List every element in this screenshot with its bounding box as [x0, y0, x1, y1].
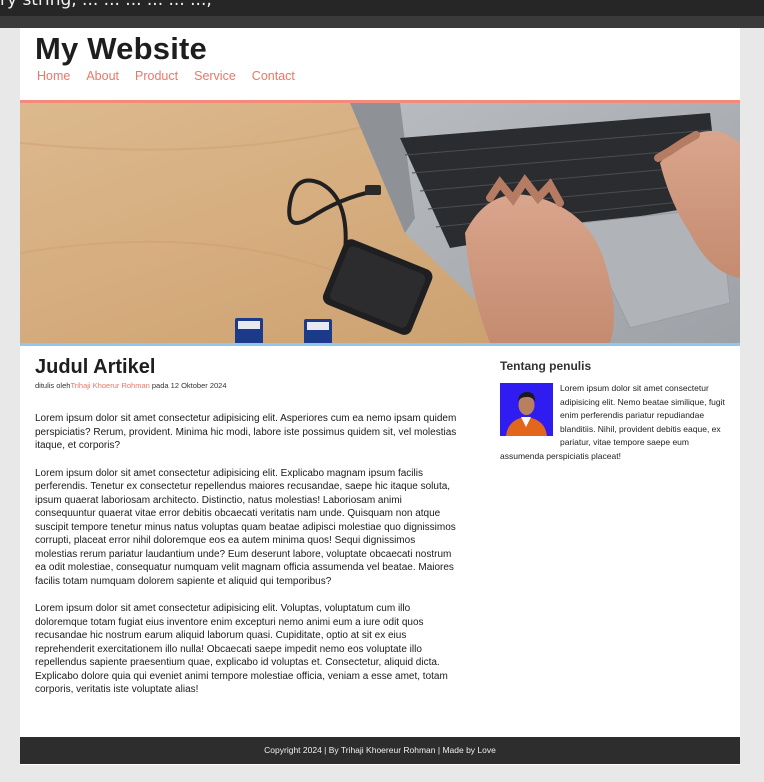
avatar	[500, 383, 553, 436]
author-bio: Lorem ipsum dolor sit amet consectetur a…	[500, 382, 725, 464]
browser-top-text: ry string, ... ... ... ... ... ...,	[0, 0, 212, 10]
footer-text: Copyright 2024 | By Trihaji Khoereur Roh…	[264, 745, 496, 755]
article-title: Judul Artikel	[35, 356, 156, 378]
hero-illustration	[20, 103, 740, 343]
meta-prefix: ditulis oleh	[35, 381, 71, 390]
main-nav: Home About Product Service Contact	[37, 69, 311, 83]
page-container: My Website Home About Product Service Co…	[20, 28, 740, 765]
article-meta: ditulis olehTrihaji Khoerur Rohman pada …	[35, 380, 460, 391]
hero-border-bottom	[20, 343, 740, 346]
hero-image	[20, 103, 740, 343]
nav-home[interactable]: Home	[37, 69, 70, 83]
article-paragraph-1: Lorem ipsum dolor sit amet consectetur a…	[35, 413, 457, 451]
site-footer: Copyright 2024 | By Trihaji Khoereur Roh…	[20, 737, 740, 764]
article: Judul Artikel ditulis olehTrihaji Khoeru…	[35, 354, 460, 697]
sidebar: Tentang penulis Lorem ipsum dolor sit am…	[500, 358, 725, 464]
browser-strip	[0, 16, 764, 28]
browser-top-bar: ry string, ... ... ... ... ... ...,	[0, 0, 764, 16]
nav-service[interactable]: Service	[194, 69, 236, 83]
nav-about[interactable]: About	[86, 69, 119, 83]
author-photo	[500, 383, 553, 436]
site-title: My Website	[35, 31, 207, 66]
site-header: My Website Home About Product Service Co…	[20, 28, 740, 100]
author-name: Trihaji Khoerur Rohman	[70, 381, 150, 390]
nav-contact[interactable]: Contact	[252, 69, 295, 83]
nav-product[interactable]: Product	[135, 69, 178, 83]
article-paragraph-3: Lorem ipsum dolor sit amet consectetur a…	[35, 603, 448, 695]
sidebar-title: Tentang penulis	[500, 359, 592, 373]
meta-date: pada 12 Oktober 2024	[149, 381, 227, 390]
article-paragraph-2: Lorem ipsum dolor sit amet consectetur a…	[35, 467, 456, 587]
